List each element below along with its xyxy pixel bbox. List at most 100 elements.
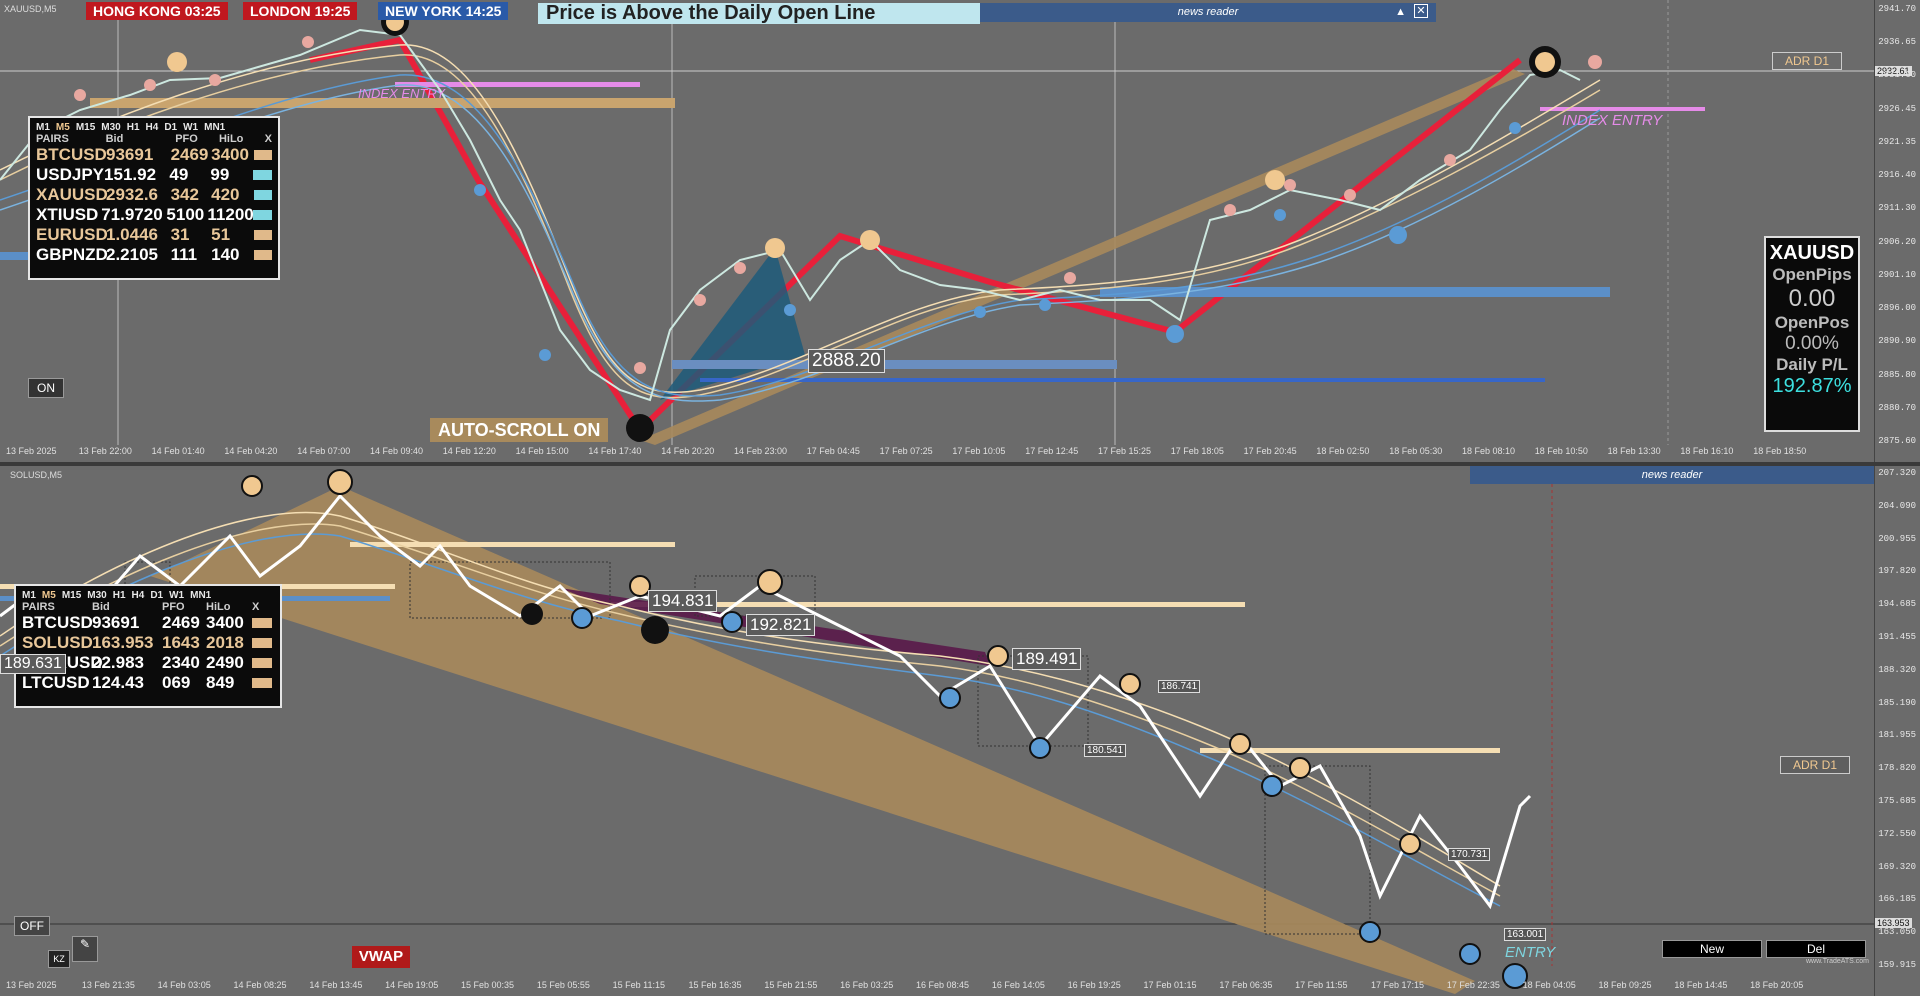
kz-button[interactable]: KZ <box>48 950 70 968</box>
vwap-button[interactable]: VWAP <box>352 946 410 968</box>
pair-color-swatch[interactable] <box>253 210 273 220</box>
pair-hilo: 140 <box>211 245 240 264</box>
time-tick: 16 Feb 14:05 <box>991 980 1045 990</box>
tf-m30[interactable]: M30 <box>101 122 120 133</box>
pair-hilo: 849 <box>206 673 235 692</box>
price-tick: 188.320 <box>1878 664 1916 675</box>
adr-d1-label: ADR D1 <box>1772 52 1843 70</box>
tf-m5[interactable]: M5 <box>56 122 70 133</box>
pair-color-swatch[interactable] <box>252 658 272 668</box>
tf-m15[interactable]: M15 <box>62 590 81 601</box>
time-tick: 17 Feb 06:35 <box>1219 980 1273 990</box>
index-entry-right: INDEX ENTRY <box>1562 112 1663 129</box>
pair-row[interactable]: GBPNZD 2.2105 111 140 <box>30 245 278 265</box>
index-entry-left: INDEX ENTRY <box>358 86 445 101</box>
panel-header: PAIRS Bid PFO HiLo X <box>36 133 273 145</box>
new-button[interactable]: New <box>1662 940 1762 958</box>
price-tick: 2926.45 <box>1878 103 1916 114</box>
pair-bid: 22.983 <box>92 653 144 672</box>
price-tick: 2901.10 <box>1878 269 1916 280</box>
price-axis-2[interactable]: 163.953 207.320 204.090 200.955 197.820 194.… <box>1874 466 1920 996</box>
time-tick: 17 Feb 17:15 <box>1371 980 1425 990</box>
pair-hilo: 2490 <box>206 653 244 672</box>
time-tick: 18 Feb 10:50 <box>1534 446 1588 456</box>
tf-w1[interactable]: W1 <box>169 590 184 601</box>
xauusd-chart[interactable]: HONG KONG 03:25 LONDON 19:25 NEW YORK 14… <box>0 0 1920 462</box>
autoscroll-label[interactable]: AUTO-SCROLL ON <box>430 418 609 442</box>
tf-m5[interactable]: M5 <box>42 590 56 601</box>
pair-row[interactable]: USDJPY 151.92 49 99 <box>30 165 278 185</box>
pair-bid: 124.43 <box>92 673 144 692</box>
time-axis-2[interactable]: 13 Feb 2025 13 Feb 21:35 14 Feb 03:05 14 Fe… <box>0 980 1874 994</box>
price-axis[interactable]: 2932.61 2941.70 2936.65 2931.60 2926.45 2921… <box>1874 0 1920 462</box>
time-tick: 17 Feb 04:45 <box>806 446 860 456</box>
tf-m30[interactable]: M30 <box>87 590 106 601</box>
pair-color-swatch[interactable] <box>253 190 272 200</box>
pnl-symbol: XAUUSD <box>1769 242 1855 264</box>
tf-d1[interactable]: D1 <box>164 122 177 133</box>
time-axis[interactable]: 13 Feb 2025 13 Feb 22:00 14 Feb 01:40 14 Fe… <box>0 446 1874 460</box>
news-reader-bar[interactable]: news reader ▲ ✕ <box>980 3 1436 22</box>
pair-pair: BTCUSD <box>36 145 107 164</box>
tf-h4[interactable]: H4 <box>132 590 145 601</box>
solusd-chart[interactable]: SOLUSD,M5 news reader M1 M5 M15 M30 H1 H… <box>0 466 1920 996</box>
pair-row[interactable]: XTIUSD 71.9720 5100 11200 <box>30 205 278 225</box>
time-tick: 13 Feb 2025 <box>6 980 57 990</box>
pair-pfo: 2340 <box>162 653 200 672</box>
time-tick: 18 Feb 09:25 <box>1598 980 1652 990</box>
pen-tool-icon[interactable]: ✎ <box>72 936 98 962</box>
tf-m15[interactable]: M15 <box>76 122 95 133</box>
pair-pfo: 069 <box>162 673 191 692</box>
tf-m1[interactable]: M1 <box>36 122 50 133</box>
pair-pair: EURUSD <box>36 225 108 244</box>
tf-h4[interactable]: H4 <box>146 122 159 133</box>
time-tick: 14 Feb 15:00 <box>515 446 569 456</box>
price-tick: 197.820 <box>1878 566 1916 577</box>
tf-d1[interactable]: D1 <box>150 590 163 601</box>
pair-row[interactable]: EURUSD 1.0446 31 51 <box>30 225 278 245</box>
pair-color-swatch[interactable] <box>252 678 272 688</box>
time-tick: 14 Feb 03:05 <box>157 980 211 990</box>
tf-h1[interactable]: H1 <box>127 122 140 133</box>
pair-pair: BTCUSD <box>22 613 93 632</box>
tf-mn1[interactable]: MN1 <box>190 590 211 601</box>
pair-color-swatch[interactable] <box>253 250 272 260</box>
news-reader-bar-2[interactable]: news reader <box>1470 466 1874 484</box>
on-button[interactable]: ON <box>28 378 64 398</box>
pair-row[interactable]: SOLUSD 163.953 1643 2018 <box>16 633 280 653</box>
pair-bid: 163.953 <box>92 633 154 652</box>
price-tick: 2931.60 <box>1878 70 1916 81</box>
pair-hilo: 11200 <box>207 205 254 224</box>
tf-m1[interactable]: M1 <box>22 590 36 601</box>
price-tick: 2916.40 <box>1878 170 1916 181</box>
price-tick: 2941.70 <box>1878 4 1916 14</box>
price-label-189: 189.491 <box>1012 648 1082 670</box>
pair-color-swatch[interactable] <box>252 618 272 628</box>
pair-row[interactable]: LTCUSD 124.43 069 849 <box>16 673 280 693</box>
time-tick: 15 Feb 05:55 <box>536 980 590 990</box>
time-tick: 15 Feb 11:15 <box>612 980 666 990</box>
close-icon[interactable]: ✕ <box>1414 4 1428 18</box>
tf-h1[interactable]: H1 <box>113 590 126 601</box>
price-tick: 2880.70 <box>1878 402 1916 413</box>
pair-row[interactable]: BTCUSD 93691 2469 3400 <box>16 613 280 633</box>
pair-color-swatch[interactable] <box>253 170 272 180</box>
pair-bid: 1.0446 <box>106 225 158 244</box>
time-tick: 17 Feb 15:25 <box>1098 446 1152 456</box>
off-button[interactable]: OFF <box>14 916 50 936</box>
pair-row[interactable]: XAUUSD 2932.6 342 420 <box>30 185 278 205</box>
pair-color-swatch[interactable] <box>253 150 272 160</box>
time-tick: 18 Feb 05:30 <box>1389 446 1443 456</box>
collapse-icon[interactable]: ▲ <box>1395 3 1406 22</box>
pair-color-swatch[interactable] <box>252 638 272 648</box>
tf-mn1[interactable]: MN1 <box>204 122 225 133</box>
del-button[interactable]: Del <box>1766 940 1866 958</box>
pair-pfo: 31 <box>170 225 190 244</box>
time-tick: 13 Feb 21:35 <box>81 980 135 990</box>
price-tick: 2875.60 <box>1878 436 1916 446</box>
tf-w1[interactable]: W1 <box>183 122 198 133</box>
pair-color-swatch[interactable] <box>253 230 272 240</box>
pair-row[interactable]: BTCUSD 93691 2469 3400 <box>30 145 278 165</box>
time-tick: 14 Feb 19:05 <box>385 980 439 990</box>
time-tick: 14 Feb 04:20 <box>224 446 278 456</box>
